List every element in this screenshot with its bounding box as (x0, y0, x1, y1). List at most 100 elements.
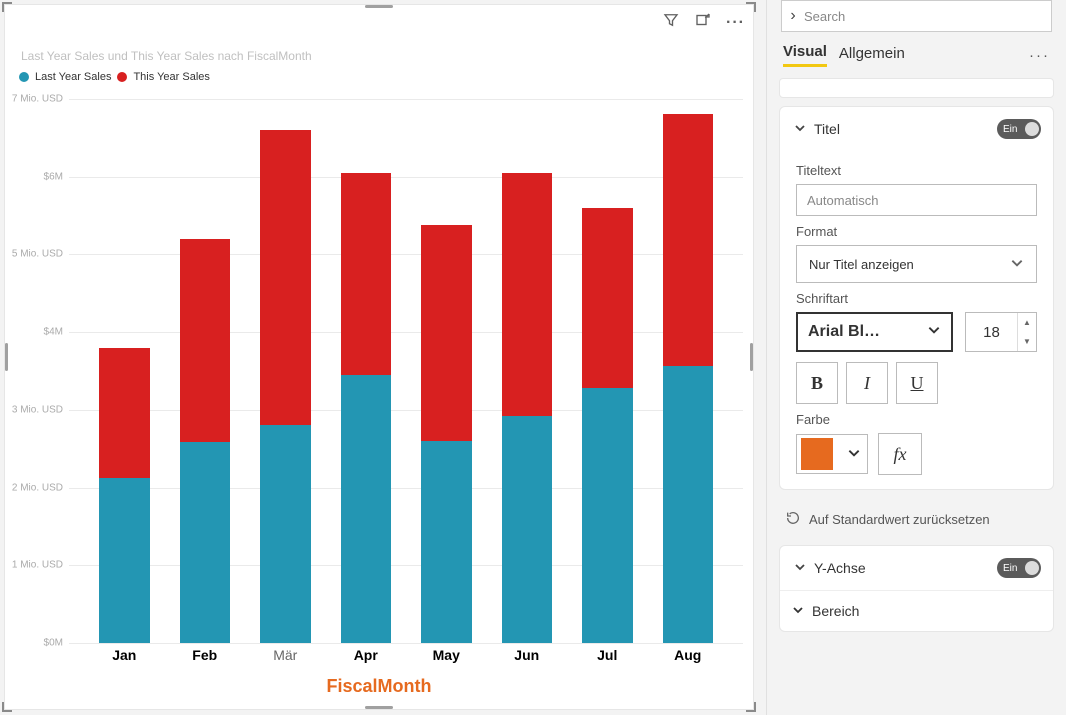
resize-corner-tl[interactable] (2, 2, 12, 12)
chart-visual[interactable]: ··· Last Year Sales und This Year Sales … (4, 4, 754, 710)
resize-handle-top[interactable] (365, 5, 393, 8)
toggle-knob (1025, 122, 1039, 136)
y-achse-toggle[interactable]: Ein (997, 558, 1041, 578)
x-axis-tick: Apr (326, 647, 406, 663)
bar-group[interactable]: Jun (502, 91, 553, 643)
font-size-value: 18 (966, 324, 1017, 341)
toggle-label: Ein (1003, 124, 1017, 135)
y-axis-tick: 7 Mio. USD (11, 93, 63, 104)
bar-segment-this-year[interactable] (180, 239, 231, 443)
font-size-stepper[interactable]: 18 ▲ ▼ (965, 312, 1037, 352)
format-label: Format (796, 224, 1037, 239)
resize-handle-bottom[interactable] (365, 706, 393, 709)
search-placeholder: Search (804, 9, 845, 24)
font-family-value: Arial Bl… (808, 323, 880, 341)
tab-visual[interactable]: Visual (783, 43, 827, 67)
legend-swatch-this-year (117, 72, 127, 82)
gridline (69, 643, 743, 644)
gridline (69, 565, 743, 566)
legend-label-this-year: This Year Sales (133, 71, 209, 83)
gridline (69, 332, 743, 333)
x-axis-tick: Mär (245, 647, 325, 663)
collapsed-card-placeholder[interactable] (779, 78, 1054, 98)
bar-segment-this-year[interactable] (582, 208, 633, 388)
bar-group[interactable]: Jul (582, 91, 633, 643)
chevron-down-icon (847, 446, 867, 463)
y-axis-tick: 3 Mio. USD (11, 404, 63, 415)
bar-segment-last-year[interactable] (180, 442, 231, 643)
bar-segment-last-year[interactable] (663, 366, 714, 643)
bar-segment-last-year[interactable] (341, 375, 392, 643)
color-picker[interactable] (796, 434, 868, 474)
chevron-down-icon (792, 560, 808, 576)
bar-segment-this-year[interactable] (663, 114, 714, 366)
bar-segment-this-year[interactable] (341, 173, 392, 375)
bar-segment-last-year[interactable] (582, 388, 633, 643)
bar-group[interactable]: Jan (99, 91, 150, 643)
chevron-down-icon (792, 603, 804, 619)
y-axis-tick: 5 Mio. USD (11, 249, 63, 260)
filter-icon[interactable] (662, 11, 680, 34)
card-y-achse-header[interactable]: Y-Achse Ein (780, 546, 1053, 590)
card-bereich-header[interactable]: Bereich (780, 590, 1053, 631)
chart-title: Last Year Sales und This Year Sales nach… (21, 49, 312, 63)
card-bereich-label: Bereich (812, 603, 859, 619)
y-axis-tick: $4M (11, 327, 63, 338)
pane-more-icon[interactable]: ··· (1029, 47, 1050, 64)
underline-button[interactable]: U (896, 362, 938, 404)
resize-corner-tr[interactable] (746, 2, 756, 12)
resize-corner-br[interactable] (746, 702, 756, 712)
bar-segment-last-year[interactable] (99, 478, 150, 643)
format-select[interactable]: Nur Titel anzeigen (796, 245, 1037, 283)
reset-to-default[interactable]: Auf Standardwert zurücksetzen (775, 498, 1058, 537)
search-chevron-icon: › (782, 7, 804, 25)
color-label: Farbe (796, 412, 1037, 427)
card-titel: Titel Ein Titeltext Automatisch Format N… (779, 106, 1054, 490)
titel-toggle[interactable]: Ein (997, 119, 1041, 139)
titletext-input[interactable]: Automatisch (796, 184, 1037, 216)
stepper-up[interactable]: ▲ (1018, 313, 1036, 332)
bar-group[interactable]: Apr (341, 91, 392, 643)
bold-button[interactable]: B (796, 362, 838, 404)
gridline (69, 488, 743, 489)
y-axis-tick: $6M (11, 171, 63, 182)
bar-group[interactable]: Aug (663, 91, 714, 643)
stepper-buttons: ▲ ▼ (1017, 313, 1036, 351)
chart-plot-area: $0M1 Mio. USD2 Mio. USD3 Mio. USD$4M5 Mi… (69, 91, 743, 643)
italic-button[interactable]: I (846, 362, 888, 404)
titletext-value: Automatisch (807, 193, 879, 208)
bar-segment-last-year[interactable] (421, 441, 472, 643)
bar-segment-this-year[interactable] (502, 173, 553, 416)
format-value: Nur Titel anzeigen (809, 257, 914, 272)
fx-button[interactable]: fx (878, 433, 922, 475)
bar-group[interactable]: May (421, 91, 472, 643)
font-label: Schriftart (796, 291, 1037, 306)
tab-general[interactable]: Allgemein (839, 45, 905, 66)
resize-handle-left[interactable] (5, 343, 8, 371)
y-axis-tick: 1 Mio. USD (11, 560, 63, 571)
gridline (69, 254, 743, 255)
chevron-down-icon (1010, 256, 1024, 273)
y-axis-tick: $0M (11, 638, 63, 649)
bar-segment-this-year[interactable] (421, 225, 472, 441)
font-family-select[interactable]: Arial Bl… (796, 312, 953, 352)
bar-segment-this-year[interactable] (260, 130, 311, 425)
more-options-icon[interactable]: ··· (726, 14, 745, 32)
stepper-down[interactable]: ▼ (1018, 332, 1036, 351)
search-input[interactable]: › Search (781, 0, 1052, 32)
chevron-down-icon (792, 121, 808, 137)
focus-mode-icon[interactable] (694, 11, 712, 34)
gridline (69, 410, 743, 411)
resize-handle-right[interactable] (750, 343, 753, 371)
format-pane: › Search Visual Allgemein ··· Titel Ein (766, 0, 1066, 715)
x-axis-tick: Jan (84, 647, 164, 663)
gridline (69, 99, 743, 100)
bar-segment-last-year[interactable] (502, 416, 553, 643)
bar-group[interactable]: Mär (260, 91, 311, 643)
bar-segment-this-year[interactable] (99, 348, 150, 479)
resize-corner-bl[interactable] (2, 702, 12, 712)
bar-group[interactable]: Feb (180, 91, 231, 643)
bar-segment-last-year[interactable] (260, 425, 311, 643)
card-titel-header[interactable]: Titel Ein (780, 107, 1053, 151)
x-axis-tick: Feb (165, 647, 245, 663)
